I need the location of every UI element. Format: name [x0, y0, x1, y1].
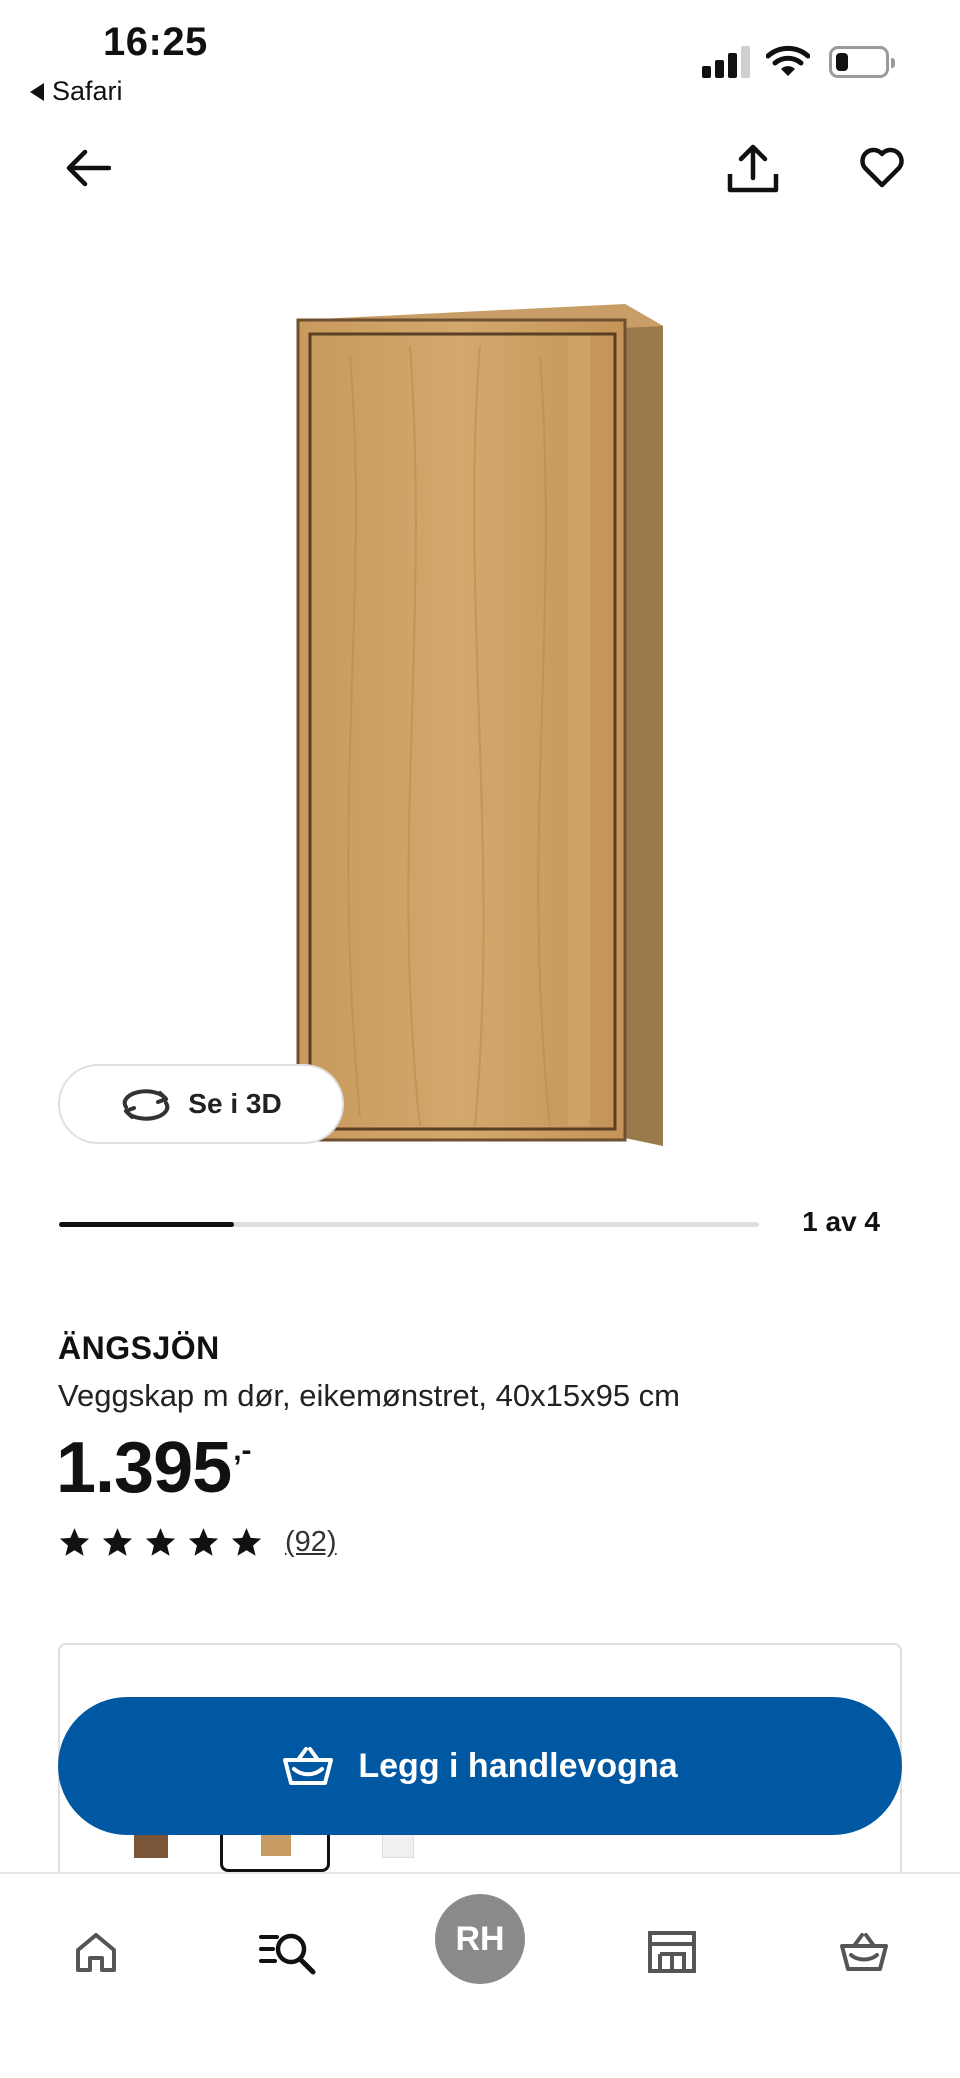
price-suffix: ,-	[233, 1434, 252, 1467]
cellular-signal-icon	[702, 46, 752, 78]
status-time: 16:25	[103, 20, 208, 64]
add-to-cart-label: Legg i handlevogna	[358, 1746, 678, 1785]
product-name: ÄNGSJÖN	[58, 1330, 220, 1366]
share-button[interactable]	[724, 140, 782, 198]
gallery-progress-track	[59, 1222, 759, 1227]
arrow-left-icon	[66, 149, 111, 187]
view-in-3d-button[interactable]: Se i 3D	[58, 1064, 344, 1144]
back-button[interactable]	[60, 140, 116, 196]
profile-initials: RH	[455, 1919, 505, 1958]
product-price: 1.395 ,-	[56, 1428, 252, 1508]
nav-profile-avatar[interactable]: RH	[435, 1894, 525, 1984]
star-icon	[102, 1528, 133, 1556]
product-rating[interactable]: (92)	[58, 1526, 337, 1559]
add-to-cart-button[interactable]: Legg i handlevogna	[58, 1697, 902, 1835]
star-icon	[231, 1528, 262, 1556]
nav-home[interactable]	[70, 1926, 122, 1978]
gallery-page-label: 1 av 4	[802, 1206, 880, 1237]
review-count-link[interactable]: (92)	[285, 1526, 337, 1559]
star-icon	[188, 1528, 219, 1556]
gallery-progress-fill	[59, 1222, 234, 1227]
product-image[interactable]	[290, 296, 670, 1148]
back-triangle-icon	[30, 82, 44, 101]
back-to-safari[interactable]: Safari	[30, 76, 123, 107]
star-icon	[59, 1528, 90, 1556]
basket-icon	[840, 1933, 888, 1971]
favourite-button[interactable]	[854, 140, 910, 196]
basket-icon	[283, 1747, 334, 1785]
share-icon	[727, 144, 779, 193]
back-app-label: Safari	[52, 76, 123, 106]
store-icon	[648, 1931, 696, 1973]
price-value: 1.395	[56, 1428, 232, 1508]
star-icon	[145, 1528, 176, 1556]
nav-stores[interactable]	[645, 1926, 699, 1978]
bottom-navigation: RH	[0, 1872, 960, 2078]
wifi-icon	[766, 45, 810, 76]
search-list-icon	[259, 1933, 316, 1975]
nav-search[interactable]	[258, 1926, 318, 1978]
battery-icon	[829, 46, 895, 78]
rating-stars	[58, 1526, 263, 1559]
rotate-3d-icon	[123, 1089, 170, 1121]
product-description: Veggskap m dør, eikemønstret, 40x15x95 c…	[58, 1378, 680, 1413]
nav-cart[interactable]	[838, 1926, 890, 1978]
view-in-3d-label: Se i 3D	[188, 1088, 282, 1119]
heart-icon	[860, 147, 904, 188]
home-icon	[76, 1933, 116, 1972]
